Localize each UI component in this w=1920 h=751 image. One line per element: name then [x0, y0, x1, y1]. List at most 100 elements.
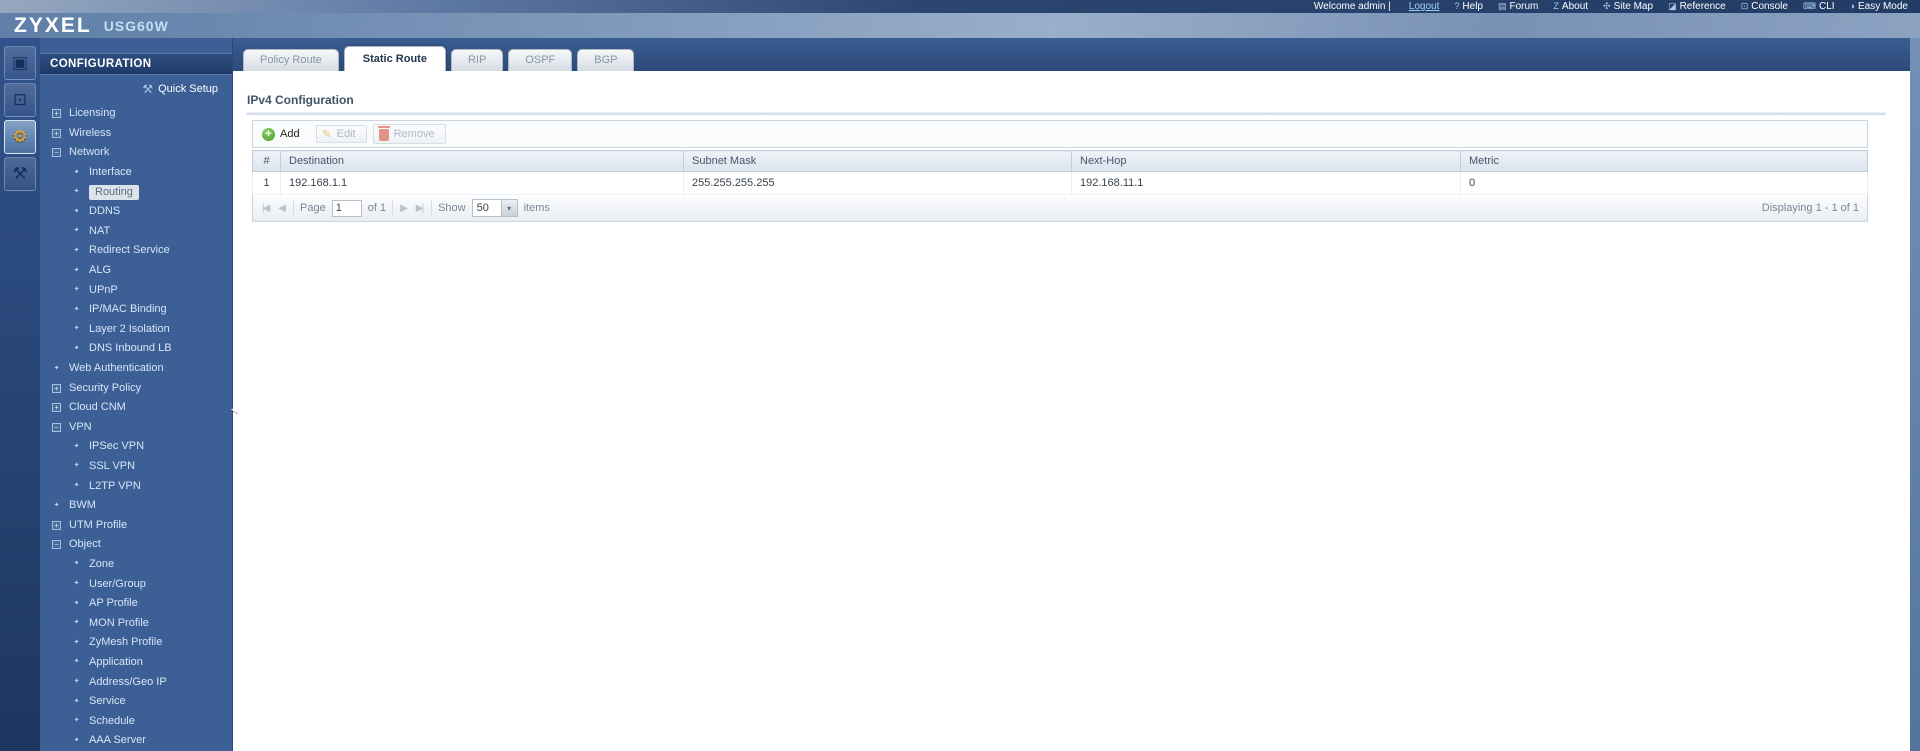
- edit-button[interactable]: ✎ Edit: [316, 125, 367, 143]
- forum-menu-item[interactable]: ▤ Forum: [1498, 1, 1538, 12]
- tab-bgp[interactable]: BGP: [577, 49, 634, 71]
- column-header-metric[interactable]: Metric: [1461, 151, 1868, 172]
- main-content: Policy Route Static Route RIP OSPF BGP I…: [233, 38, 1910, 751]
- tree-item-label: ZyMesh Profile: [89, 636, 162, 649]
- rail-icon: ▣: [12, 53, 28, 73]
- last-page-icon[interactable]: ▶|: [415, 203, 425, 214]
- tab-rip[interactable]: RIP: [451, 49, 503, 71]
- table-header-row: #DestinationSubnet MaskNext-HopMetric: [253, 151, 1868, 172]
- tree-item-label: Schedule: [89, 715, 135, 728]
- console-menu-item[interactable]: ⊡ Console: [1741, 1, 1788, 12]
- tree-bullet-icon: ✦: [74, 247, 80, 255]
- tab-static-route[interactable]: Static Route: [344, 46, 446, 71]
- tree-item-bwm[interactable]: ✦ BWM: [40, 496, 232, 516]
- help-menu-item[interactable]: ? Help: [1454, 1, 1483, 12]
- sitemap-menu-item[interactable]: ✣ Site Map: [1603, 1, 1653, 12]
- tree-bullet-icon: −: [52, 148, 61, 157]
- column-header-next-hop[interactable]: Next-Hop: [1072, 151, 1461, 172]
- section-divider: [246, 112, 1886, 115]
- tree-item-label: UPnP: [89, 284, 118, 297]
- maintenance-icon[interactable]: ⚒: [4, 157, 36, 191]
- tree-item-ipsec-vpn[interactable]: ✦ IPSec VPN: [40, 437, 232, 457]
- rail-icon: ⊡: [13, 90, 27, 110]
- table-row[interactable]: 1192.168.1.1255.255.255.255192.168.11.10: [253, 172, 1868, 195]
- tree-item-service[interactable]: ✦ Service: [40, 692, 232, 712]
- remove-button[interactable]: Remove: [373, 124, 446, 144]
- tree-item-label: Interface: [89, 166, 132, 179]
- tree-bullet-icon: ✦: [74, 658, 80, 666]
- page-number-input[interactable]: [332, 200, 362, 217]
- tree-item-zymesh-profile[interactable]: ✦ ZyMesh Profile: [40, 633, 232, 653]
- about-menu-item[interactable]: Z About: [1553, 1, 1588, 12]
- tree-item-security-policy[interactable]: + Security Policy: [40, 378, 232, 398]
- tree-bullet-icon: ✦: [74, 717, 80, 725]
- configuration-icon[interactable]: ⚙: [4, 120, 36, 154]
- tree-item-ddns[interactable]: ✦ DDNS: [40, 202, 232, 222]
- tree-item-application[interactable]: ✦ Application: [40, 653, 232, 673]
- table-toolbar: + Add ✎ Edit Remove: [252, 120, 1868, 148]
- tree-item-ssl-vpn[interactable]: ✦ SSL VPN: [40, 457, 232, 477]
- tree-item-label: AAA Server: [89, 734, 146, 747]
- first-page-icon[interactable]: |◀: [261, 203, 271, 214]
- add-button[interactable]: + Add: [257, 126, 310, 143]
- tree-item-vpn[interactable]: − VPN: [40, 418, 232, 438]
- tree-item-alg[interactable]: ✦ ALG: [40, 261, 232, 281]
- tree-bullet-icon: ✦: [74, 227, 80, 235]
- tree-bullet-icon: ✦: [74, 188, 80, 196]
- cli-menu-item[interactable]: ⌨ CLI: [1803, 1, 1835, 12]
- monitor-icon[interactable]: ⊡: [4, 83, 36, 117]
- tree-item-label: Application: [89, 656, 143, 669]
- tree-item-label: IPSec VPN: [89, 440, 144, 453]
- table-cell: 192.168.1.1: [281, 172, 684, 195]
- menu-label: Logout: [1409, 1, 1440, 12]
- column-header-subnet-mask[interactable]: Subnet Mask: [684, 151, 1072, 172]
- tree-item-ap-profile[interactable]: ✦ AP Profile: [40, 594, 232, 614]
- section-title: IPv4 Configuration: [246, 93, 1896, 112]
- tree-item-schedule[interactable]: ✦ Schedule: [40, 711, 232, 731]
- tree-item-web-authentication[interactable]: ✦ Web Authentication: [40, 359, 232, 379]
- page: IPv4 Configuration + Add ✎ Edit Remove: [233, 71, 1910, 751]
- sidebar-collapse-arrow-icon[interactable]: ◀: [230, 388, 239, 430]
- table-cell: 1: [253, 172, 281, 195]
- prev-page-icon[interactable]: ◀: [277, 203, 287, 214]
- logout-link[interactable]: Logout: [1406, 1, 1440, 12]
- tree-bullet-icon: ✦: [74, 306, 80, 314]
- tree-item-routing[interactable]: ✦ Routing: [40, 182, 232, 202]
- next-page-icon[interactable]: ▶: [399, 203, 409, 214]
- column-header-destination[interactable]: Destination: [281, 151, 684, 172]
- reference-menu-item[interactable]: ◪ Reference: [1668, 1, 1726, 12]
- tree-item-object[interactable]: − Object: [40, 535, 232, 555]
- tree-item-layer-2-isolation[interactable]: ✦ Layer 2 Isolation: [40, 320, 232, 340]
- column-header-[interactable]: #: [253, 151, 281, 172]
- menu-icon: ⊡: [1741, 2, 1749, 11]
- dashboard-icon[interactable]: ▣: [4, 46, 36, 80]
- tab-ospf[interactable]: OSPF: [508, 49, 572, 71]
- menu-label: Reference: [1680, 1, 1726, 12]
- tree-item-wireless[interactable]: + Wireless: [40, 124, 232, 144]
- quick-setup-button[interactable]: ⚒ Quick Setup: [40, 75, 232, 100]
- tree-item-mon-profile[interactable]: ✦ MON Profile: [40, 613, 232, 633]
- easymode-menu-item[interactable]: ◑ Easy Mode: [1850, 1, 1908, 12]
- tree-bullet-icon: +: [52, 384, 61, 393]
- tree-item-aaa-server[interactable]: ✦ AAA Server: [40, 731, 232, 751]
- tree-item-zone[interactable]: ✦ Zone: [40, 555, 232, 575]
- tree-item-interface[interactable]: ✦ Interface: [40, 163, 232, 183]
- menu-label: About: [1562, 1, 1588, 12]
- page-label: Page: [300, 202, 326, 214]
- tree-item-network[interactable]: − Network: [40, 143, 232, 163]
- tree-item-dns-inbound-lb[interactable]: ✦ DNS Inbound LB: [40, 339, 232, 359]
- tree-item-nat[interactable]: ✦ NAT: [40, 222, 232, 242]
- tree-item-l2tp-vpn[interactable]: ✦ L2TP VPN: [40, 476, 232, 496]
- tree-item-utm-profile[interactable]: + UTM Profile: [40, 515, 232, 535]
- tree-item-ip-mac-binding[interactable]: ✦ IP/MAC Binding: [40, 300, 232, 320]
- tree-item-redirect-service[interactable]: ✦ Redirect Service: [40, 241, 232, 261]
- tree-item-address-geo-ip[interactable]: ✦ Address/Geo IP: [40, 672, 232, 692]
- tree-item-licensing[interactable]: + Licensing: [40, 104, 232, 124]
- tree-item-cloud-cnm[interactable]: + Cloud CNM: [40, 398, 232, 418]
- menu-icon: ✣: [1603, 2, 1611, 11]
- tab-policy-route[interactable]: Policy Route: [243, 49, 339, 71]
- tree-item-upnp[interactable]: ✦ UPnP: [40, 280, 232, 300]
- tree-bullet-icon: ✦: [74, 698, 80, 706]
- tree-item-user-group[interactable]: ✦ User/Group: [40, 574, 232, 594]
- page-size-select[interactable]: 50 ▾: [472, 199, 518, 217]
